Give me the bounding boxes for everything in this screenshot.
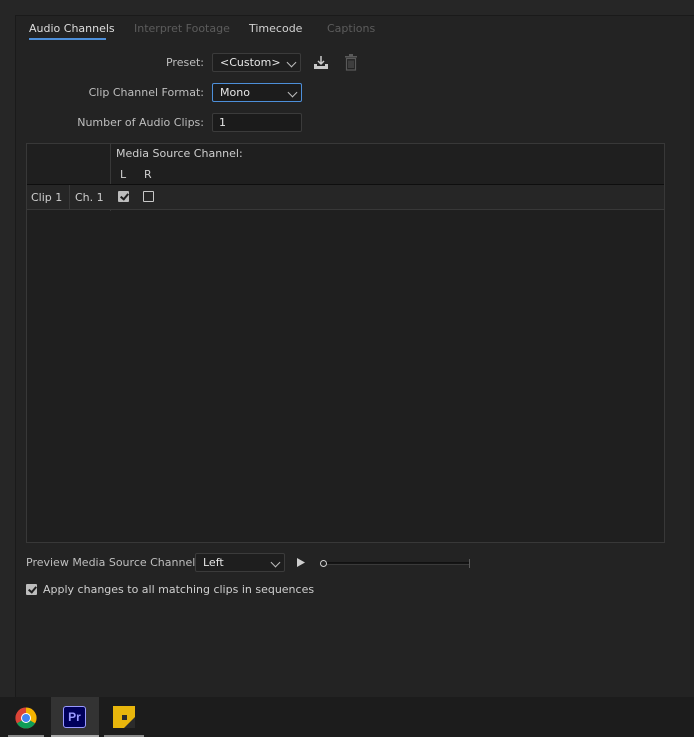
taskbar-premiere[interactable]: Pr	[51, 697, 99, 737]
clip-channel-format-label: Clip Channel Format:	[88, 86, 204, 99]
preset-dropdown[interactable]: <Custom>	[212, 53, 301, 72]
taskbar-chrome[interactable]	[2, 697, 50, 737]
active-tab-indicator	[29, 38, 106, 40]
apply-all-label: Apply changes to all matching clips in s…	[43, 583, 315, 596]
chevron-down-icon	[286, 57, 297, 68]
preview-media-source-label: Preview Media Source Channel:	[26, 556, 199, 569]
tab-timecode[interactable]: Timecode	[249, 22, 302, 35]
channel-l-checkbox[interactable]	[118, 191, 129, 202]
sticky-notes-icon	[113, 706, 135, 728]
media-source-channel-header: Media Source Channel:	[116, 147, 243, 160]
preview-channel-dropdown[interactable]: Left	[195, 553, 285, 572]
channel-cell: Ch. 1	[75, 191, 104, 204]
apply-all-checkbox[interactable]	[26, 584, 37, 595]
preview-channel-value: Left	[203, 556, 224, 569]
channel-r-checkbox[interactable]	[143, 191, 154, 202]
channel-header-r: R	[144, 168, 152, 181]
cell-divider	[69, 185, 70, 209]
chevron-down-icon	[270, 557, 281, 568]
scrubber-handle[interactable]	[320, 560, 327, 567]
clip-channel-format-value: Mono	[220, 86, 250, 99]
scrubber-track	[320, 562, 470, 565]
chrome-icon	[15, 707, 37, 729]
chevron-down-icon	[287, 87, 298, 98]
preset-value: <Custom>	[220, 56, 281, 69]
save-preset-icon[interactable]	[313, 55, 329, 71]
clip-channel-format-dropdown[interactable]: Mono	[212, 83, 302, 102]
delete-preset-icon[interactable]	[344, 54, 358, 71]
number-of-audio-clips-input[interactable]: 1	[212, 113, 302, 132]
premiere-icon: Pr	[63, 706, 86, 728]
preset-label: Preset:	[165, 56, 204, 69]
tab-captions[interactable]: Captions	[327, 22, 375, 35]
row-separator	[27, 209, 664, 210]
channel-header-l: L	[120, 168, 127, 181]
tab-audio-channels[interactable]: Audio Channels	[29, 22, 115, 35]
clip-cell: Clip 1	[31, 191, 63, 204]
preview-scrubber[interactable]	[320, 559, 470, 568]
number-of-audio-clips-label: Number of Audio Clips:	[77, 116, 204, 129]
tab-interpret-footage[interactable]: Interpret Footage	[134, 22, 230, 35]
taskbar-sticky-notes[interactable]	[100, 697, 148, 737]
scrubber-end	[469, 559, 470, 568]
play-icon[interactable]	[296, 557, 306, 568]
